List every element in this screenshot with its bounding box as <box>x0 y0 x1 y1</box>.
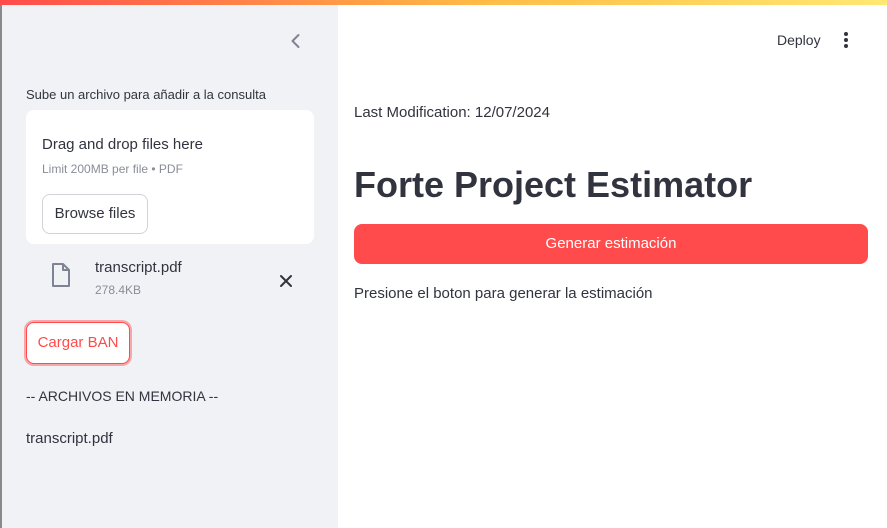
file-icon <box>50 262 72 288</box>
generate-estimate-button[interactable]: Generar estimación <box>354 224 868 264</box>
info-text: Presione el boton para generar la estima… <box>354 285 653 302</box>
cargar-ban-button[interactable]: Cargar BAN <box>26 322 130 364</box>
uploaded-file-size: 278.4KB <box>95 283 142 297</box>
file-dropzone[interactable]: Drag and drop files here Limit 200MB per… <box>26 110 314 244</box>
page-title: Forte Project Estimator <box>354 164 753 205</box>
upload-label: Sube un archivo para añadir a la consult… <box>26 87 266 102</box>
memory-files-heading: -- ARCHIVOS EN MEMORIA -- <box>26 388 219 404</box>
last-modification-text: Last Modification: 12/07/2024 <box>354 104 550 121</box>
uploaded-file-name: transcript.pdf <box>95 259 182 276</box>
dropzone-title: Drag and drop files here <box>42 136 203 153</box>
chevron-left-icon[interactable] <box>286 31 306 51</box>
dropzone-limit: Limit 200MB per file • PDF <box>42 162 183 176</box>
uploaded-file-row: transcript.pdf 278.4KB <box>26 253 314 303</box>
sidebar: Sube un archivo para añadir a la consult… <box>2 5 338 528</box>
browse-files-button[interactable]: Browse files <box>42 194 148 234</box>
close-icon[interactable] <box>278 273 294 289</box>
memory-file-item: transcript.pdf <box>26 430 113 447</box>
deploy-button[interactable]: Deploy <box>771 30 827 50</box>
vertical-dots-icon[interactable] <box>838 30 854 50</box>
